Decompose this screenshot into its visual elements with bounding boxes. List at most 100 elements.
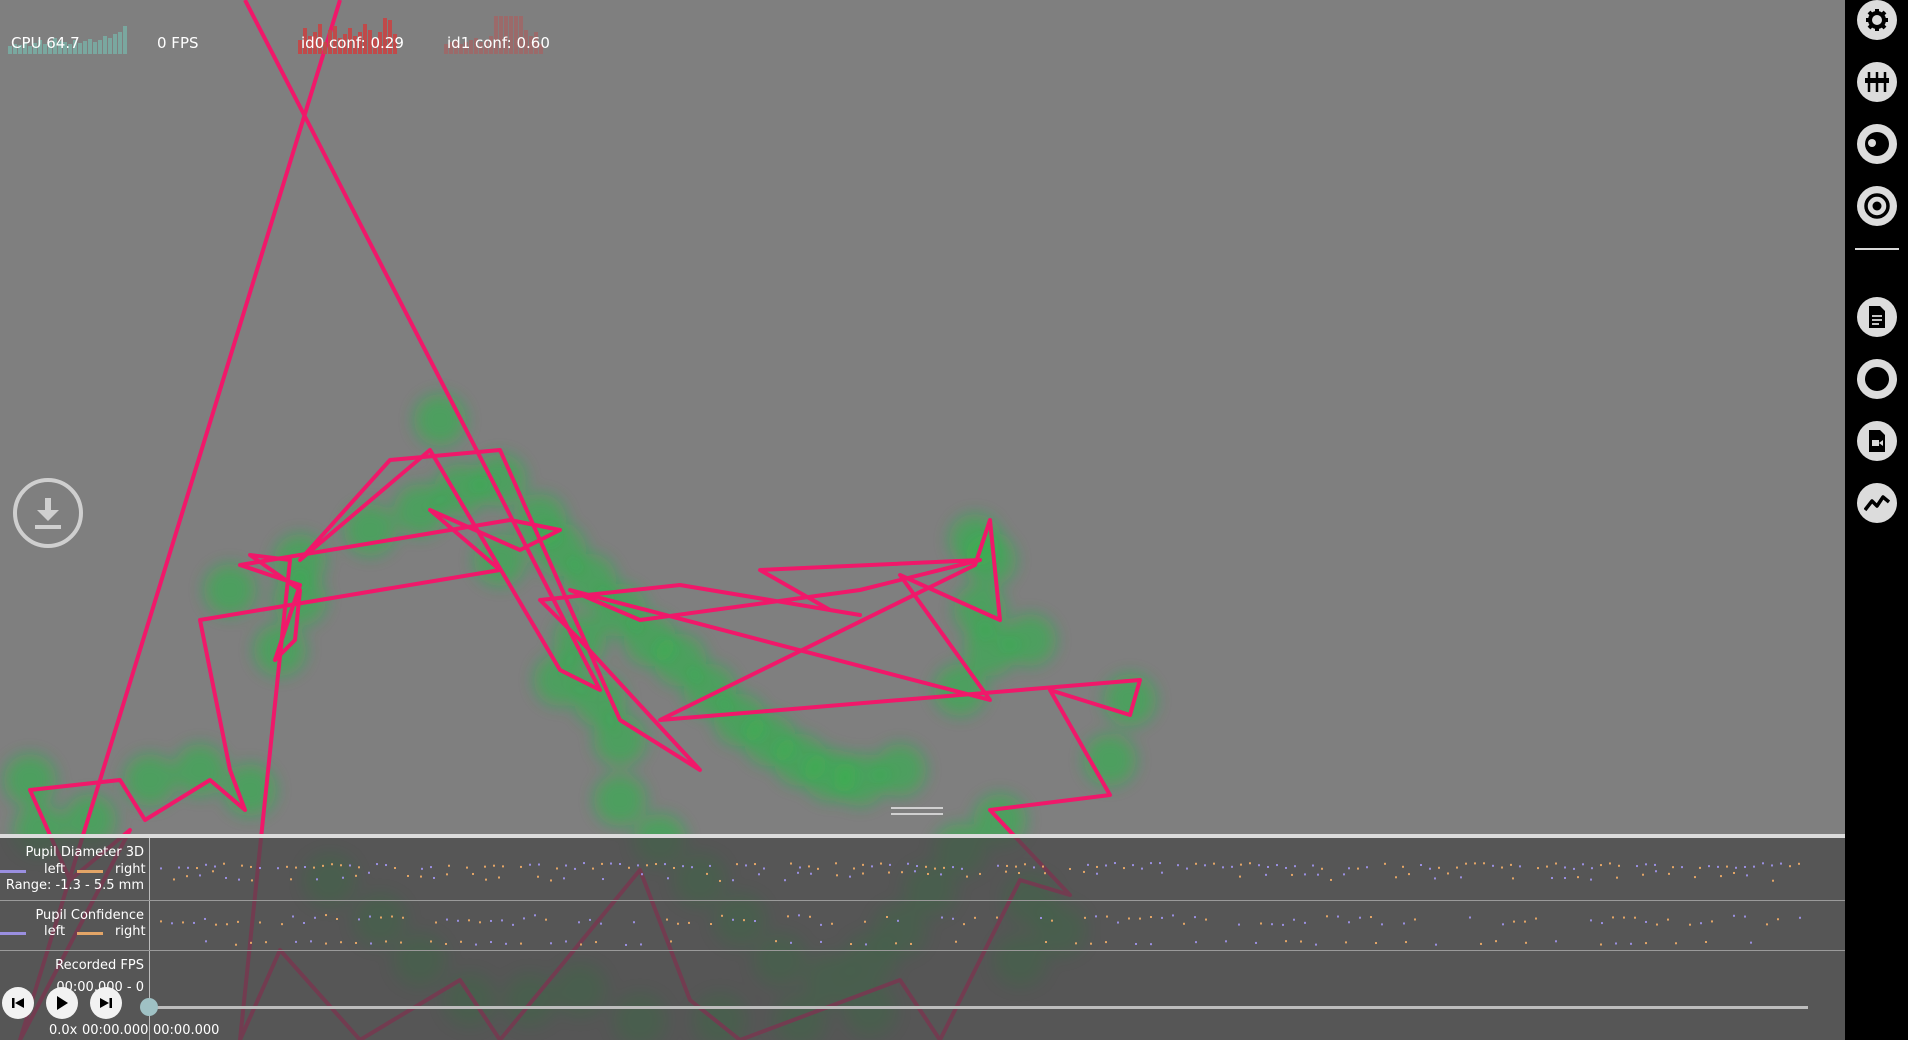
timeline-dot: [925, 865, 927, 868]
timeline-dot: [446, 918, 448, 921]
timeline-dot: [952, 866, 954, 869]
timeline-dot: [628, 866, 630, 869]
timeline-dot: [673, 866, 675, 869]
previous-frame-button[interactable]: [2, 987, 34, 1019]
plugin-manager-button[interactable]: [1857, 62, 1897, 102]
timeline-dot: [996, 916, 998, 919]
timeline-dot: [1744, 865, 1746, 868]
timeline-dot: [277, 867, 279, 870]
timeline-dot: [743, 919, 745, 922]
timeline-dot: [619, 862, 621, 865]
timeline-dot: [1255, 941, 1257, 944]
timeline-dot: [1573, 867, 1575, 870]
timeline-dot: [1645, 942, 1647, 945]
timeline-dot: [1577, 876, 1579, 879]
settings-button[interactable]: [1857, 0, 1897, 40]
timeline-dot: [1045, 941, 1047, 944]
timeline-dot: [688, 921, 690, 924]
timeline-dot: [831, 922, 833, 925]
timeline-dot: [1282, 923, 1284, 926]
timeline-dot: [466, 866, 468, 869]
timeline-dot: [1590, 878, 1592, 881]
timeline-dot: [250, 865, 252, 868]
timeline-dot: [1139, 917, 1141, 920]
timeline-dot: [1051, 919, 1053, 922]
timeline-dot: [400, 941, 402, 944]
timeline-dot: [1375, 942, 1377, 945]
timeline-dot: [1519, 865, 1521, 868]
timeline-dot: [1084, 916, 1086, 919]
fps-label: 0 FPS: [157, 34, 199, 52]
timeline-dot: [1194, 916, 1196, 919]
timeline-dot: [1711, 920, 1713, 923]
timeline-dot: [625, 943, 627, 946]
pupil-detector-button[interactable]: [1857, 186, 1897, 226]
fixation-blob: [874, 744, 926, 796]
timeline-dot: [1405, 941, 1407, 944]
timeline-dot: [1535, 917, 1537, 920]
timeline-dot: [501, 919, 503, 922]
timeline-dot: [1771, 864, 1773, 867]
timeline-dot: [490, 919, 492, 922]
timeline-dot: [1225, 940, 1227, 943]
timeline-dot: [1105, 941, 1107, 944]
timeline-dot: [706, 872, 708, 875]
timeline-dot: [1285, 940, 1287, 943]
timeline-dot: [368, 871, 370, 874]
timeline-dot: [1271, 923, 1273, 926]
timeline-dot: [1150, 862, 1152, 865]
right-icon-bar: [1845, 0, 1908, 1040]
timeline-dot: [349, 864, 351, 867]
timeline-dot: [1195, 862, 1197, 865]
timeline-dot: [927, 872, 929, 875]
timeline-plot-button[interactable]: [1857, 483, 1897, 523]
record-button[interactable]: [1857, 359, 1897, 399]
timeline-dot: [790, 941, 792, 944]
export-video-button[interactable]: [1857, 421, 1897, 461]
timeline-dot: [1044, 872, 1046, 875]
play-button[interactable]: [46, 987, 78, 1019]
timeline-dot: [290, 878, 292, 881]
timeline-dot: [304, 866, 306, 869]
annotation-button[interactable]: [1857, 297, 1897, 337]
timeline-dot: [1304, 921, 1306, 924]
timeline-dot: [1694, 876, 1696, 879]
seek-bar[interactable]: [150, 1006, 1808, 1009]
next-frame-button[interactable]: [90, 987, 122, 1019]
timeline-dot: [310, 940, 312, 943]
timeline-dot: [691, 866, 693, 869]
timeline-dot: [864, 920, 866, 923]
timeline-dot: [322, 864, 324, 867]
right-legend-label: right: [115, 862, 146, 877]
timeline-dot: [1733, 914, 1735, 917]
timeline-dot: [589, 918, 591, 921]
timeline-dot: [1555, 940, 1557, 943]
timeline-dot: [1267, 865, 1269, 868]
timeline-dot: [472, 872, 474, 875]
fixation-blob: [4, 754, 56, 806]
timeline-dot: [394, 867, 396, 870]
timeline-dot: [1600, 943, 1602, 946]
right-eye-swatch: [77, 870, 103, 873]
timeline-dot: [490, 941, 492, 944]
timeline-dot: [710, 923, 712, 926]
timeline-dot: [537, 875, 539, 878]
timeline-dot: [682, 865, 684, 868]
eye0-confidence-label: id0 conf: 0.29: [301, 34, 404, 52]
download-icon: [35, 498, 61, 529]
timeline-dot: [1654, 863, 1656, 866]
timeline-dot: [1083, 870, 1085, 873]
timeline-dot: [719, 879, 721, 882]
timeline-dot: [223, 862, 225, 865]
timeline-dot: [732, 879, 734, 882]
timeline-dot: [1337, 915, 1339, 918]
eye-overlay-button[interactable]: [1857, 124, 1897, 164]
timeline-dot: [888, 871, 890, 874]
timeline-dot: [1213, 862, 1215, 865]
timeline-dot: [583, 862, 585, 865]
download-button[interactable]: [13, 478, 83, 548]
seek-handle[interactable]: [140, 998, 158, 1016]
timeline-dot: [238, 878, 240, 881]
timeline-resize-handle[interactable]: [891, 807, 943, 815]
timeline-dot: [225, 876, 227, 879]
